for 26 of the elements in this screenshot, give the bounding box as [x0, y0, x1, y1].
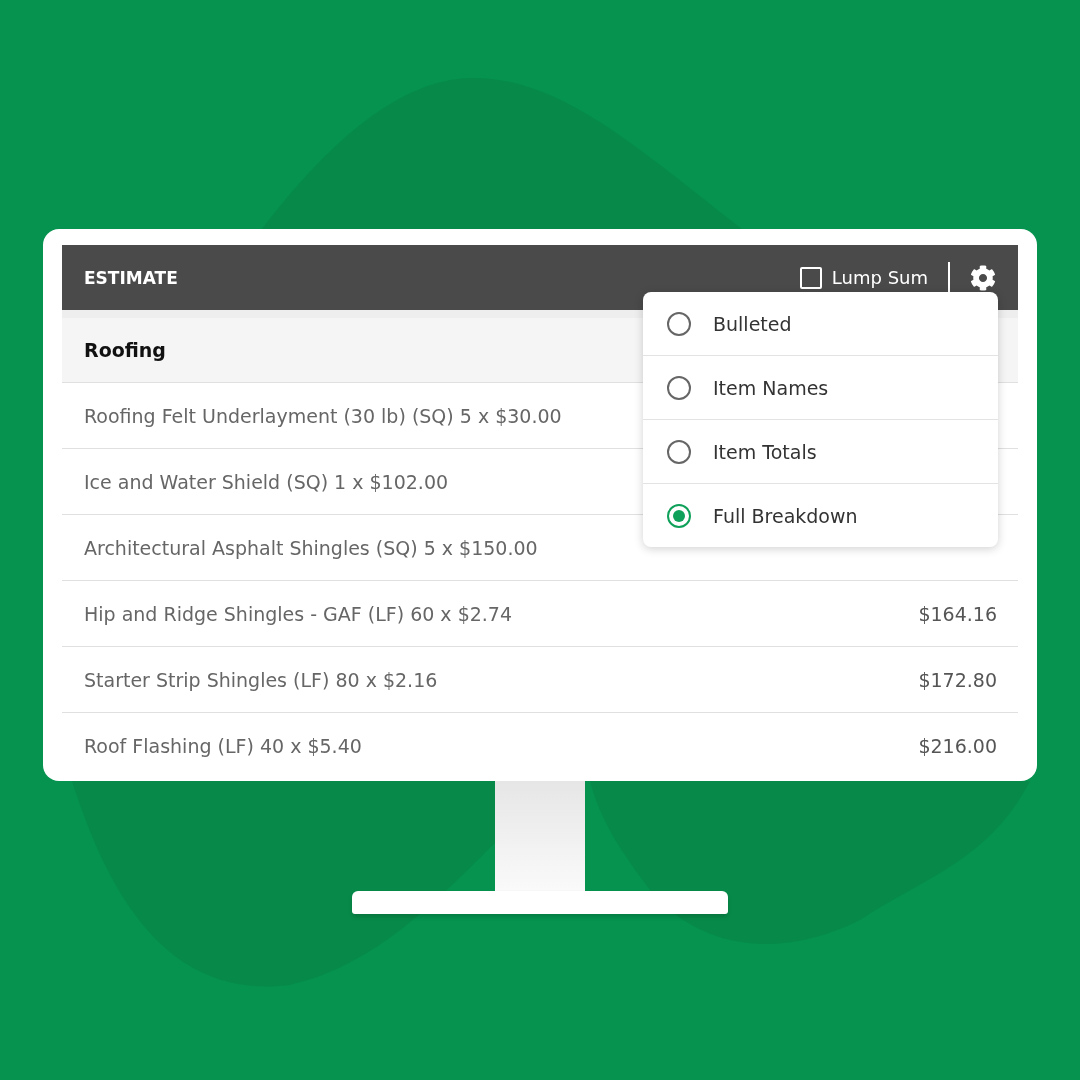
item-price: $216.00	[918, 734, 997, 757]
radio-button[interactable]	[667, 311, 691, 336]
item-description: Ice and Water Shield (SQ) 1 x $102.00	[84, 470, 449, 493]
radio-button[interactable]	[667, 439, 691, 464]
item-description: Architectural Asphalt Shingles (SQ) 5 x $150.00	[84, 536, 538, 559]
item-description: Roofing Felt Underlayment (30 lb) (SQ) 5 x $30.00	[84, 404, 562, 427]
option-label: Item Totals	[713, 440, 817, 463]
option-label: Full Breakdown	[713, 504, 858, 527]
radio-button[interactable]	[667, 375, 691, 400]
lump-sum-label: Lump Sum	[831, 267, 928, 288]
lump-sum-checkbox[interactable]	[799, 266, 822, 289]
item-price: $172.80	[918, 668, 997, 691]
menu-option[interactable]: Bulleted	[643, 292, 998, 355]
item-description: Roof Flashing (LF) 40 x $5.40	[84, 734, 362, 757]
option-label: Item Names	[713, 376, 829, 399]
estimate-title: ESTIMATE	[84, 267, 179, 288]
menu-option[interactable]: Item Totals	[643, 419, 998, 483]
section-title: Roofing	[84, 339, 166, 361]
radio-button[interactable]	[667, 503, 691, 528]
item-price: $164.16	[918, 602, 997, 625]
menu-option[interactable]: Item Names	[643, 355, 998, 419]
item-description: Starter Strip Shingles (LF) 80 x $2.16	[84, 668, 438, 691]
menu-option[interactable]: Full Breakdown	[643, 483, 998, 547]
item-description: Hip and Ridge Shingles - GAF (LF) 60 x $2.74	[84, 602, 513, 625]
settings-icon[interactable]	[970, 264, 996, 291]
option-label: Bulleted	[713, 312, 792, 335]
